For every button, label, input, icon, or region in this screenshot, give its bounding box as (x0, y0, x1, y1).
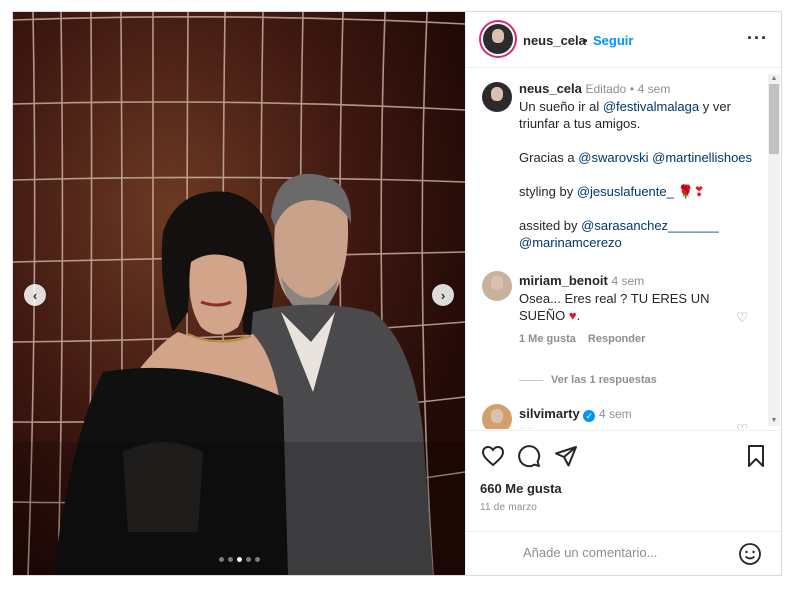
comment-time[interactable]: 4 sem (599, 407, 632, 421)
scrollbar-thumb[interactable] (769, 84, 779, 154)
post-side-panel: neus_cela • Seguir ··· neus_cela Editado… (465, 12, 781, 575)
caption-username[interactable]: neus_cela (519, 81, 582, 96)
carousel-dot (245, 557, 251, 562)
mention-link[interactable]: @swarovski (578, 150, 648, 165)
replies-divider (519, 379, 543, 381)
post-date[interactable]: 11 de marzo (480, 502, 537, 513)
comment-username[interactable]: silvimarty (519, 406, 580, 421)
like-comment-heart-icon[interactable]: ♡ (736, 421, 749, 429)
chevron-right-icon: › (440, 287, 446, 303)
mention-link[interactable]: @marinamcerezo (519, 235, 622, 250)
carousel-dot (254, 557, 260, 562)
photo-illustration (13, 12, 465, 575)
caption-thanks: Gracias a @swarovski @martinellishoes (519, 150, 753, 165)
follow-button[interactable]: Seguir (593, 33, 633, 48)
post-media[interactable]: ‹ › (13, 12, 465, 575)
post-header: neus_cela • Seguir ··· (466, 12, 781, 68)
scroll-down-arrow-icon[interactable]: ▼ (768, 416, 780, 426)
carousel-dot (236, 557, 242, 562)
chevron-left-icon: ‹ (32, 287, 38, 303)
carousel-indicator (13, 557, 465, 562)
comment-time[interactable]: 4 sem (611, 274, 644, 288)
edited-label: Editado (585, 82, 627, 96)
likes-count[interactable]: 660 Me gusta (480, 481, 562, 496)
post-actions: 660 Me gusta 11 de marzo (466, 430, 781, 575)
smiley-icon[interactable] (738, 542, 762, 571)
comment-item: silvimarty ✓ 4 sem ♥♥ (519, 405, 734, 429)
reply-button[interactable]: Responder (588, 333, 645, 345)
comment-icon[interactable] (517, 444, 541, 473)
more-horizontal-icon[interactable]: ··· (747, 28, 768, 49)
comment-likes-count[interactable]: 1 Me gusta (519, 333, 576, 345)
comment-text: ♥♥ (519, 423, 734, 429)
comment-item: miriam_benoit 4 sem Osea... Eres real ? … (519, 272, 734, 345)
rose-heart-emoji: 🌹❣ (677, 184, 705, 199)
mention-link[interactable]: @sarasanchez_______ (581, 218, 719, 233)
add-comment-bar (466, 531, 781, 575)
heart-icon[interactable] (481, 444, 505, 473)
red-heart-emoji: ♥ (568, 308, 577, 323)
carousel-dot (218, 557, 224, 562)
comment-input[interactable] (521, 544, 725, 561)
author-username[interactable]: neus_cela (523, 33, 586, 48)
mention-link[interactable]: @festivalmalaga (603, 99, 699, 114)
header-separator: • (583, 33, 588, 48)
like-comment-heart-icon[interactable]: ♡ (736, 309, 749, 326)
commenter-avatar[interactable] (482, 271, 512, 301)
comment-text-line-1: Osea... Eres real ? TU ERES UN (519, 291, 710, 306)
caption: neus_cela Editado • 4 sem Un sueño ir al… (519, 80, 764, 251)
commenter-avatar[interactable] (482, 404, 512, 429)
send-icon[interactable] (554, 444, 578, 473)
comments-scrollbar[interactable]: ▲ ▼ (768, 74, 780, 426)
next-slide-button[interactable]: › (432, 284, 454, 306)
bookmark-icon[interactable] (744, 444, 768, 473)
caption-separator: • (629, 82, 635, 96)
mention-link[interactable]: @jesuslafuente_ (577, 184, 674, 199)
carousel-dot (227, 557, 233, 562)
mention-link[interactable]: @martinellishoes (652, 150, 752, 165)
caption-line-2: triunfar a tus amigos. (519, 116, 641, 131)
caption-line-1: Un sueño ir al @festivalmalaga y ver (519, 99, 731, 114)
comment-username[interactable]: miriam_benoit (519, 273, 608, 288)
caption-assisted: assited by @sarasanchez_______ (519, 218, 719, 233)
caption-styling: styling by @jesuslafuente_ 🌹❣ (519, 184, 705, 199)
caption-avatar[interactable] (482, 82, 512, 112)
comment-text-line-2: SUEÑO ♥. (519, 308, 581, 323)
previous-slide-button[interactable]: ‹ (24, 284, 46, 306)
author-avatar[interactable] (483, 24, 513, 54)
caption-assisted-2: @marinamcerezo (519, 234, 764, 251)
post-dialog: ‹ › neus_cela • Seguir ··· neus_cela Edi… (12, 11, 782, 576)
verified-badge-icon: ✓ (583, 410, 596, 422)
view-replies-button[interactable]: Ver las 1 respuestas (519, 374, 657, 386)
caption-time[interactable]: 4 sem (638, 82, 671, 96)
comments-section[interactable]: neus_cela Editado • 4 sem Un sueño ir al… (466, 69, 781, 429)
scroll-up-arrow-icon[interactable]: ▲ (768, 74, 780, 84)
